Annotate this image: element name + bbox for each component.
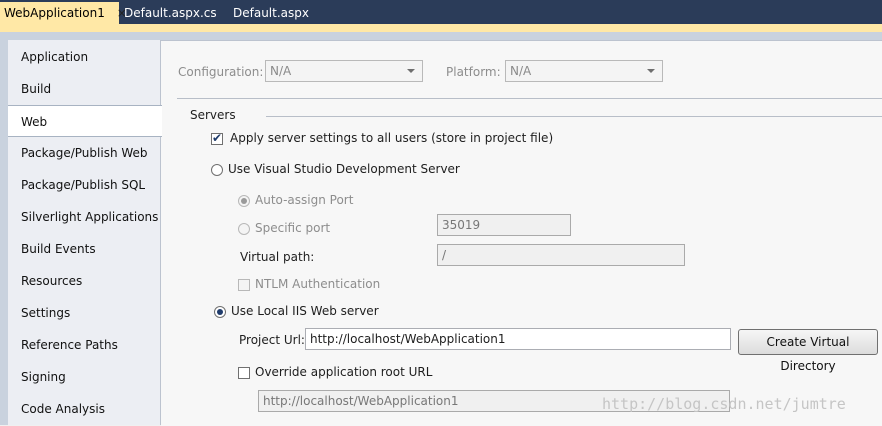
nav-item-build[interactable]: Build [8, 73, 160, 105]
auto-assign-port-radio[interactable] [238, 195, 250, 207]
nav-item-silverlight-applications[interactable]: Silverlight Applications [8, 201, 160, 233]
override-root-checkbox[interactable] [238, 367, 250, 379]
divider [177, 98, 882, 99]
nav-item-build-events[interactable]: Build Events [8, 233, 160, 265]
create-virtual-directory-button[interactable]: Create Virtual Directory [738, 329, 878, 373]
configuration-label: Configuration: [178, 65, 264, 79]
nav-item-settings[interactable]: Settings [8, 297, 160, 329]
ntlm-checkbox[interactable] [238, 279, 250, 291]
tab-label: Default.aspx.cs [124, 6, 217, 20]
nav-item-signing[interactable]: Signing [8, 361, 160, 393]
servers-heading: Servers [190, 108, 236, 122]
web-property-page: Configuration: N/A Platform: N/A Servers… [161, 40, 882, 426]
platform-label: Platform: [446, 65, 501, 79]
platform-dropdown[interactable]: N/A [505, 60, 663, 82]
ntlm-label[interactable]: NTLM Authentication [255, 277, 380, 291]
chevron-down-icon [647, 69, 655, 73]
apply-settings-label[interactable]: Apply server settings to all users (stor… [230, 131, 553, 145]
check-icon: ✔ [212, 131, 223, 145]
nav-item-web[interactable]: Web [8, 105, 162, 137]
configuration-dropdown[interactable]: N/A [265, 60, 423, 82]
apply-settings-checkbox[interactable]: ✔ [211, 131, 223, 145]
nav-item-application[interactable]: Application [8, 41, 160, 73]
tab-label: WebApplication1 [4, 6, 105, 20]
project-url-input[interactable]: http://localhost/WebApplication1 [305, 328, 731, 350]
project-url-label: Project Url: [239, 333, 305, 347]
specific-port-radio[interactable] [238, 223, 250, 235]
platform-value: N/A [510, 64, 532, 78]
nav-item-code-analysis[interactable]: Code Analysis [8, 393, 160, 425]
tab-underline [0, 24, 882, 32]
auto-assign-port-label[interactable]: Auto-assign Port [255, 193, 353, 207]
nav-item-reference-paths[interactable]: Reference Paths [8, 329, 160, 361]
document-tab-strip: WebApplication1 × Default.aspx.cs Defaul… [0, 0, 882, 24]
override-root-label[interactable]: Override application root URL [255, 365, 432, 379]
configuration-value: N/A [270, 64, 292, 78]
local-iis-radio[interactable] [214, 306, 226, 318]
watermark: http://blog.csdn.net/jumtre [602, 395, 846, 413]
nav-item-package-publish-sql[interactable]: Package/Publish SQL [8, 169, 160, 201]
nav-item-package-publish-web[interactable]: Package/Publish Web [8, 137, 160, 169]
tab-default-aspx-cs[interactable]: Default.aspx.cs [120, 2, 221, 24]
tab-label: Default.aspx [233, 6, 309, 20]
tab-webapplication1[interactable]: WebApplication1 × [0, 2, 127, 24]
local-iis-label[interactable]: Use Local IIS Web server [231, 304, 379, 318]
vs-dev-server-radio[interactable] [211, 164, 223, 176]
chevron-down-icon [407, 69, 415, 73]
radio-dot [217, 309, 223, 315]
servers-divider [266, 116, 882, 117]
virtual-path-label: Virtual path: [240, 250, 315, 264]
specific-port-label[interactable]: Specific port [255, 221, 330, 235]
nav-item-resources[interactable]: Resources [8, 265, 160, 297]
property-page-nav: Application Build Web Package/Publish We… [8, 40, 162, 425]
virtual-path-field[interactable]: / [437, 244, 685, 266]
specific-port-field[interactable]: 35019 [437, 214, 571, 236]
radio-dot [241, 198, 247, 204]
vs-dev-server-label[interactable]: Use Visual Studio Development Server [228, 162, 460, 176]
tab-default-aspx[interactable]: Default.aspx [229, 2, 313, 24]
